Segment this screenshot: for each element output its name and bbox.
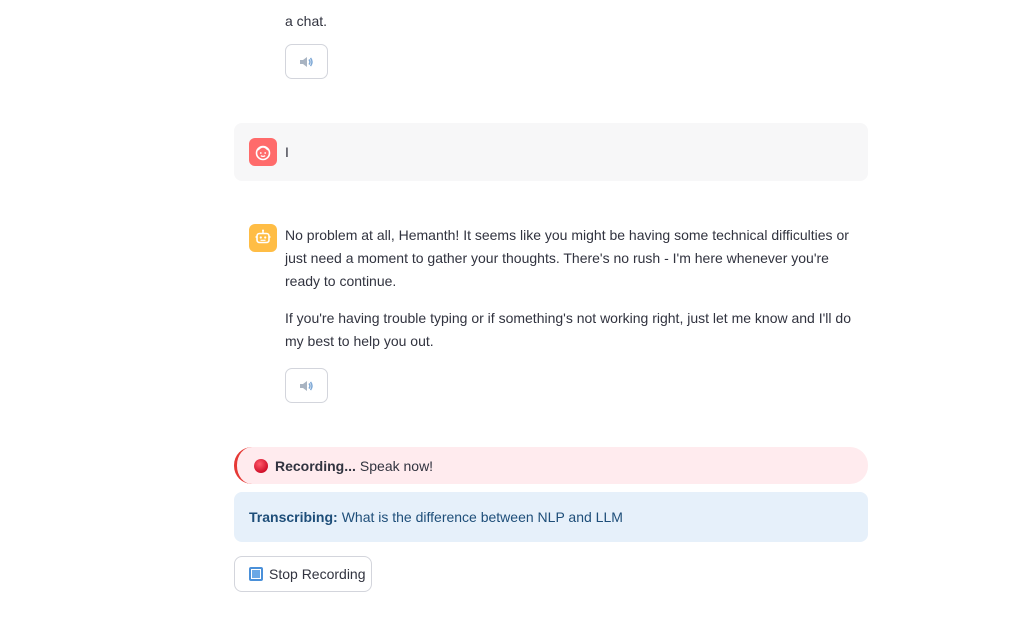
speak-button-assistant[interactable] — [285, 368, 328, 403]
speaker-icon — [299, 56, 313, 67]
previous-message-tail: a chat. — [285, 13, 328, 29]
recording-status-banner: Recording... Speak now! — [234, 447, 868, 484]
speaker-icon — [299, 380, 313, 391]
transcription-text: What is the difference between NLP and L… — [341, 509, 623, 525]
recording-status-label: Recording... — [275, 457, 356, 474]
user-avatar — [249, 138, 277, 166]
assistant-message-text: No problem at all, Hemanth! It seems lik… — [285, 224, 855, 367]
transcription-box: Transcribing: What is the difference bet… — [234, 492, 868, 542]
robot-icon — [255, 229, 271, 244]
stop-square-icon — [249, 567, 263, 581]
user-message: I — [234, 123, 868, 181]
assistant-paragraph: If you're having trouble typing or if so… — [285, 310, 851, 349]
assistant-avatar — [249, 224, 277, 252]
red-circle-icon — [254, 458, 268, 473]
stop-recording-label: Stop Recording — [269, 566, 366, 582]
transcription-label: Transcribing: — [249, 509, 338, 525]
user-message-text: I — [285, 144, 289, 160]
speak-button-previous[interactable] — [285, 44, 328, 79]
stop-recording-button[interactable]: Stop Recording — [234, 556, 372, 592]
chat-page: a chat. I No problem at all, Hemanth! It… — [0, 0, 1020, 642]
recording-prompt: Speak now! — [359, 457, 434, 474]
previous-message-text: a chat. — [285, 0, 855, 33]
previous-message-hidden-line — [285, 0, 855, 10]
user-face-icon — [255, 145, 271, 161]
assistant-paragraph: No problem at all, Hemanth! It seems lik… — [285, 227, 849, 289]
